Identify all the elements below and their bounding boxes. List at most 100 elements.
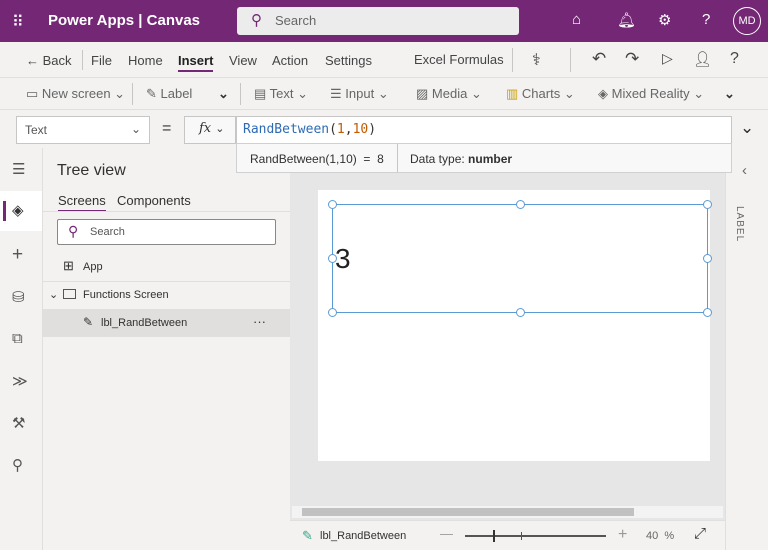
input-button[interactable]: ☰ Input ⌄: [330, 86, 389, 102]
horizontal-scrollbar[interactable]: [292, 506, 723, 518]
power-automate-icon[interactable]: ≫: [12, 372, 28, 390]
zoom-slider-thumb[interactable]: [493, 530, 496, 542]
app-icon: ⊞: [63, 258, 74, 273]
formula-paren: (: [329, 122, 337, 137]
zoom-out-button[interactable]: —: [440, 526, 453, 541]
resize-handle[interactable]: [516, 308, 525, 317]
tree-search-input[interactable]: ⚲ Search: [57, 219, 276, 245]
chevron-left-icon[interactable]: ‹: [742, 162, 747, 179]
tab-components[interactable]: Components: [117, 193, 191, 208]
tab-screens[interactable]: Screens: [58, 193, 106, 212]
charts-button[interactable]: ▥ Charts ⌄: [506, 86, 575, 102]
media-label: Media: [431, 86, 468, 101]
formula-result-tooltip: RandBetween(1,10) = 8 Data type: number: [236, 143, 732, 173]
redo-icon[interactable]: ↷: [625, 49, 639, 69]
input-label: Input: [345, 86, 375, 101]
media-button[interactable]: ▨ Media ⌄: [416, 86, 482, 102]
fx-button[interactable]: fx ⌄: [184, 116, 236, 144]
label-button[interactable]: ✎ Label: [146, 86, 192, 102]
search-icon[interactable]: ⚲: [12, 456, 23, 474]
result-expr: RandBetween(1,10): [250, 152, 357, 166]
chevron-down-icon[interactable]: ⌄: [218, 86, 229, 102]
formula-paren: ): [368, 122, 377, 137]
properties-label: LABEL: [734, 206, 745, 243]
divider: [570, 48, 571, 72]
zoom-level: 40 %: [646, 530, 674, 542]
tab-settings[interactable]: Settings: [325, 53, 372, 68]
chevron-down-icon[interactable]: ⌄: [49, 288, 58, 301]
tab-home[interactable]: Home: [128, 53, 163, 68]
new-screen-button[interactable]: ▭ New screen ⌄: [26, 86, 125, 102]
tree-item-control[interactable]: ✎ lbl_RandBetween ···: [43, 309, 290, 337]
avatar[interactable]: MD: [733, 7, 761, 35]
notification-bell-icon[interactable]: 🔔︎: [617, 11, 636, 29]
expand-formula-chevron-icon[interactable]: ⌄: [740, 118, 754, 138]
settings-gear-icon[interactable]: ⚙: [658, 11, 671, 29]
formula-arg: 1: [336, 122, 345, 137]
formula-input[interactable]: RandBetween(1,10): [236, 116, 732, 144]
fit-to-window-icon[interactable]: ⤢: [694, 525, 706, 542]
scrollbar-thumb[interactable]: [302, 508, 634, 516]
share-user-icon[interactable]: 👤︎: [693, 50, 712, 68]
selected-label-control[interactable]: 3: [328, 200, 712, 317]
tree-item-screen[interactable]: ⌄ Functions Screen: [43, 282, 290, 310]
result-value: 8: [377, 152, 384, 166]
mixed-reality-button[interactable]: ◈ Mixed Reality ⌄: [598, 86, 704, 102]
divider: [397, 144, 398, 172]
zoom-in-button[interactable]: +: [618, 526, 627, 544]
resize-handle[interactable]: [328, 308, 337, 317]
chart-icon: ▥: [506, 86, 519, 101]
zoom-slider[interactable]: [465, 530, 606, 542]
data-type: Data type: number: [410, 152, 512, 166]
advanced-tools-icon[interactable]: ⚒: [12, 414, 25, 432]
formula-function: RandBetween: [243, 122, 330, 137]
insert-plus-icon[interactable]: +: [12, 244, 23, 266]
new-screen-label: New screen: [41, 86, 111, 101]
tree-item-app[interactable]: ⊞ App: [43, 253, 290, 281]
top-bar: ⠿ Power Apps | Canvas ⚲ Search ⌂ 🔔︎ ⚙ ? M…: [0, 0, 768, 42]
undo-icon[interactable]: ↶: [592, 49, 606, 69]
help-icon[interactable]: ?: [730, 50, 739, 68]
more-options-button[interactable]: ···: [253, 314, 266, 329]
hamburger-menu-icon[interactable]: ☰: [12, 160, 25, 178]
back-button[interactable]: ← Back: [26, 53, 72, 68]
zoom-value: 40: [646, 530, 659, 542]
environment-icon[interactable]: ⌂: [572, 11, 581, 28]
search-icon: ⚲: [68, 223, 79, 239]
zoom-unit: %: [664, 530, 675, 542]
resize-handle[interactable]: [516, 200, 525, 209]
app-checker-stethoscope-icon[interactable]: ⚕: [532, 50, 541, 70]
control-label: lbl_RandBetween: [101, 317, 188, 329]
chevron-down-icon[interactable]: ⌄: [724, 86, 735, 102]
charts-label: Charts: [521, 86, 561, 101]
property-dropdown[interactable]: Text ⌄: [16, 116, 150, 144]
resize-handle[interactable]: [703, 308, 712, 317]
search-placeholder: Search: [90, 226, 125, 238]
insert-toolbar: ▭ New screen ⌄ ✎ Label ⌄ ▤ Text ⌄ ☰ Inpu…: [0, 78, 768, 110]
app-launcher-icon[interactable]: ⠿: [12, 12, 24, 32]
rail-item-tree-view[interactable]: ◈: [0, 191, 42, 231]
resize-handle[interactable]: [328, 254, 337, 263]
result-expression: RandBetween(1,10) = 8: [250, 152, 384, 166]
excel-formulas-link[interactable]: Excel Formulas: [414, 52, 504, 67]
text-label: Text: [269, 86, 294, 101]
property-value: Text: [25, 123, 48, 137]
divider: [240, 83, 241, 105]
global-search[interactable]: ⚲ Search: [237, 7, 519, 35]
data-cylinder-icon[interactable]: ⛁: [12, 288, 25, 306]
text-button[interactable]: ▤ Text ⌄: [254, 86, 308, 102]
tab-insert[interactable]: Insert: [178, 53, 214, 72]
resize-handle[interactable]: [703, 254, 712, 263]
tab-view[interactable]: View: [229, 53, 257, 68]
tab-file[interactable]: File: [91, 53, 112, 68]
play-icon[interactable]: ▷: [662, 50, 673, 67]
resize-handle[interactable]: [328, 200, 337, 209]
label-label: Label: [160, 86, 193, 101]
media-icon[interactable]: ⧉: [12, 330, 23, 347]
tab-action[interactable]: Action: [272, 53, 308, 68]
search-placeholder: Search: [275, 13, 317, 28]
search-icon: ⚲: [251, 12, 262, 29]
help-icon[interactable]: ?: [702, 11, 710, 28]
resize-handle[interactable]: [703, 200, 712, 209]
zoom-default-tick: [521, 532, 522, 540]
